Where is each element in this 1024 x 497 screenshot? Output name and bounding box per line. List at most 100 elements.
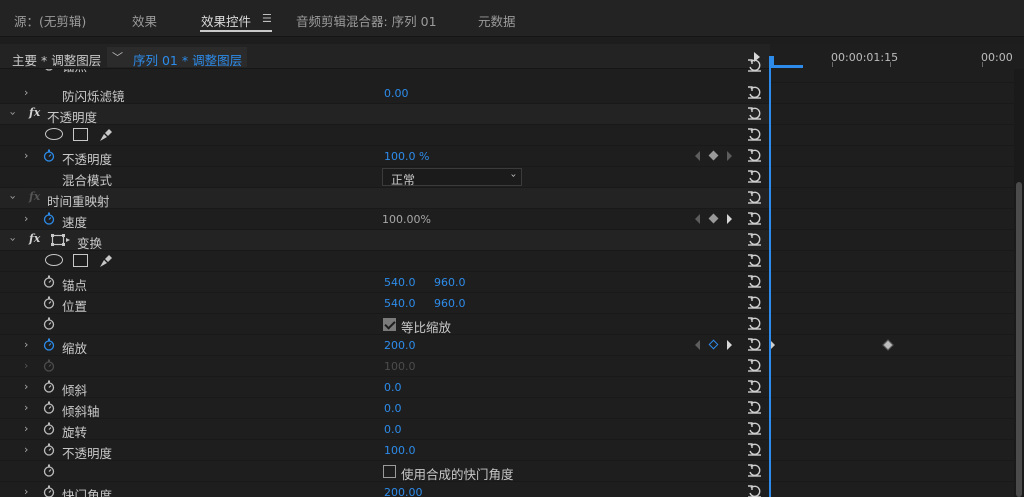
reset-parameter-icon[interactable] — [747, 337, 762, 352]
chevron-right-icon[interactable]: › — [24, 86, 28, 99]
reset-parameter-icon[interactable] — [747, 484, 762, 497]
reset-parameter-icon[interactable] — [747, 379, 762, 394]
uniform-scale-checkbox[interactable] — [383, 318, 396, 331]
tab-metadata[interactable]: 元数据 — [478, 11, 516, 30]
reset-parameter-icon[interactable] — [747, 316, 762, 331]
stopwatch-icon[interactable] — [43, 380, 55, 393]
property-value[interactable]: 100.0 % — [384, 150, 429, 163]
reset-parameter-icon[interactable] — [747, 58, 762, 73]
fx-icon[interactable]: fx — [29, 232, 40, 245]
active-tab-indicator — [200, 30, 272, 32]
playhead[interactable] — [769, 56, 771, 497]
effect-section-opacity[interactable]: › fx 不透明度 — [0, 104, 770, 125]
reset-parameter-icon[interactable] — [747, 358, 762, 373]
property-value[interactable]: 100.00% — [382, 213, 431, 226]
hamburger-menu-icon[interactable]: ☰ — [262, 12, 272, 25]
stopwatch-icon[interactable] — [43, 275, 55, 288]
chevron-right-icon[interactable]: › — [24, 401, 28, 414]
chevron-right-icon[interactable]: › — [24, 485, 28, 497]
add-keyframe-icon[interactable] — [708, 150, 719, 161]
reset-parameter-icon[interactable] — [747, 295, 762, 310]
reset-parameter-icon[interactable] — [747, 442, 762, 457]
rectangle-mask-icon[interactable] — [73, 254, 88, 267]
chevron-down-icon[interactable]: › — [7, 237, 20, 241]
property-value[interactable]: 100.0 — [384, 444, 416, 457]
stopwatch-icon[interactable] — [43, 422, 55, 435]
property-row-uniform-scale: 等比缩放 — [0, 314, 770, 335]
property-value[interactable]: 0.0 — [384, 402, 402, 415]
stopwatch-icon[interactable] — [43, 464, 55, 477]
property-value[interactable]: 0.0 — [384, 381, 402, 394]
ellipse-mask-icon[interactable] — [45, 128, 63, 140]
previous-keyframe-icon[interactable] — [695, 151, 700, 161]
chevron-right-icon[interactable]: › — [24, 212, 28, 225]
next-keyframe-icon[interactable] — [727, 151, 732, 161]
tab-source[interactable]: 源：(无剪辑) — [14, 11, 86, 30]
stopwatch-icon[interactable] — [43, 212, 55, 225]
stopwatch-icon[interactable] — [43, 443, 55, 456]
chevron-right-icon[interactable]: › — [24, 380, 28, 393]
reset-parameter-icon[interactable] — [747, 421, 762, 436]
timeline-keyframe-start[interactable] — [771, 341, 775, 349]
property-value[interactable]: 200.00 — [384, 486, 423, 497]
next-keyframe-icon[interactable] — [727, 340, 732, 350]
property-value-x[interactable]: 540.0 — [384, 297, 416, 310]
pen-mask-icon[interactable] — [98, 253, 114, 269]
effect-section-time-remapping[interactable]: › fx 时间重映射 — [0, 188, 770, 209]
scrollbar-thumb[interactable] — [1016, 182, 1022, 497]
chevron-down-icon[interactable]: › — [7, 195, 20, 199]
tab-effects[interactable]: 效果 — [132, 11, 157, 30]
ellipse-mask-icon[interactable] — [45, 254, 63, 266]
previous-keyframe-icon[interactable] — [695, 340, 700, 350]
tab-effect-controls[interactable]: 效果控件 — [201, 11, 251, 30]
stopwatch-icon[interactable] — [43, 296, 55, 309]
mask-tools-row — [0, 125, 770, 146]
reset-parameter-icon[interactable] — [747, 127, 762, 142]
stopwatch-icon[interactable] — [43, 338, 55, 351]
property-value-y[interactable]: 960.0 — [434, 276, 466, 289]
reset-parameter-icon[interactable] — [747, 190, 762, 205]
add-keyframe-icon[interactable] — [708, 339, 719, 350]
reset-parameter-icon[interactable] — [747, 463, 762, 478]
property-value[interactable]: 200.0 — [384, 339, 416, 352]
stopwatch-icon[interactable] — [43, 485, 55, 497]
reset-parameter-icon[interactable] — [747, 106, 762, 121]
reset-parameter-icon[interactable] — [747, 232, 762, 247]
playhead-handle[interactable] — [770, 56, 774, 67]
fx-icon[interactable]: fx — [29, 190, 40, 203]
chevron-right-icon[interactable]: › — [24, 443, 28, 456]
reset-parameter-icon[interactable] — [747, 169, 762, 184]
reset-parameter-icon[interactable] — [747, 211, 762, 226]
master-clip-label[interactable]: 主要 * 调整图层 — [12, 50, 101, 69]
chevron-down-icon[interactable]: › — [7, 111, 20, 115]
chevron-right-icon[interactable]: › — [24, 149, 28, 162]
comp-shutter-angle-checkbox[interactable] — [383, 465, 396, 478]
previous-keyframe-icon[interactable] — [695, 214, 700, 224]
tab-audio-clip-mixer[interactable]: 音频剪辑混合器: 序列 01 — [296, 11, 437, 30]
rectangle-mask-icon[interactable] — [73, 128, 88, 141]
effect-section-transform[interactable]: › fx 变换 — [0, 230, 770, 251]
blend-mode-dropdown[interactable]: 正常 › — [382, 168, 522, 187]
chevron-right-icon[interactable]: › — [24, 422, 28, 435]
chevron-down-icon[interactable]: ﹀ — [112, 49, 123, 65]
property-value-y[interactable]: 960.0 — [434, 297, 466, 310]
add-keyframe-icon[interactable] — [708, 213, 719, 224]
fx-icon[interactable]: fx — [29, 106, 40, 119]
stopwatch-icon[interactable] — [43, 149, 55, 162]
property-value-x[interactable]: 540.0 — [384, 276, 416, 289]
reset-parameter-icon[interactable] — [747, 253, 762, 268]
reset-parameter-icon[interactable] — [747, 274, 762, 289]
property-value[interactable]: 0.00 — [384, 87, 409, 100]
stopwatch-icon[interactable] — [43, 317, 55, 330]
reset-parameter-icon[interactable] — [747, 85, 762, 100]
reset-parameter-icon[interactable] — [747, 148, 762, 163]
property-label: 缩放 — [62, 341, 88, 356]
next-keyframe-icon[interactable] — [727, 214, 732, 224]
stopwatch-icon[interactable] — [43, 401, 55, 414]
reset-parameter-icon[interactable] — [747, 400, 762, 415]
pen-mask-icon[interactable] — [98, 127, 114, 143]
sequence-clip-label[interactable]: 序列 01 * 调整图层 — [133, 50, 242, 69]
property-value[interactable]: 0.0 — [384, 423, 402, 436]
chevron-right-icon[interactable]: › — [24, 338, 28, 351]
timeline-row — [770, 230, 1014, 251]
